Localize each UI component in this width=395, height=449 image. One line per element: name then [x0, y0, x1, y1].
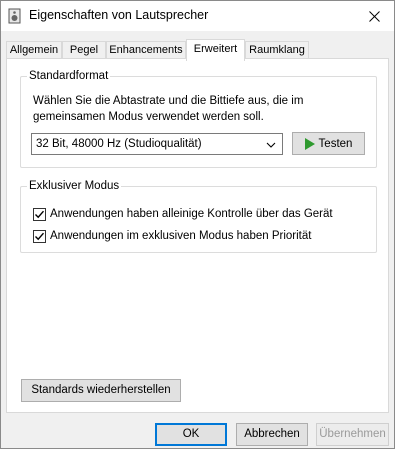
properties-dialog: Eigenschaften von Lautsprecher Allgemein… [0, 0, 395, 449]
window-title: Eigenschaften von Lautsprecher [29, 8, 209, 22]
exclusive-mode-title: Exklusiver Modus [27, 179, 122, 193]
standardformat-title: Standardformat [27, 69, 111, 83]
speaker-icon [8, 8, 22, 24]
tab-panel: Standardformat Wählen Sie die Abtastrate… [6, 58, 389, 413]
exclusive-control-label: Anwendungen haben alleinige Kontrolle üb… [50, 208, 333, 220]
restore-defaults-button[interactable]: Standards wiederherstellen [21, 379, 181, 402]
title-bar: Eigenschaften von Lautsprecher [1, 1, 394, 31]
close-icon [368, 10, 380, 22]
standardformat-group: Standardformat Wählen Sie die Abtastrate… [20, 69, 377, 168]
checkmark-icon [35, 232, 45, 240]
close-button[interactable] [354, 1, 394, 31]
checkmark-icon [35, 210, 45, 218]
apply-button[interactable]: Übernehmen [316, 423, 389, 446]
play-icon [304, 137, 315, 150]
exclusive-priority-label: Anwendungen im exklusiven Modus haben Pr… [50, 230, 312, 242]
standardformat-description: Wählen Sie die Abtastrate und die Bittie… [33, 95, 304, 123]
exclusive-priority-option[interactable]: Anwendungen im exklusiven Modus haben Pr… [33, 228, 311, 244]
format-select-value: 32 Bit, 48000 Hz (Studioqualität) [36, 138, 202, 150]
test-button[interactable]: Testen [292, 132, 365, 155]
exclusive-control-checkbox[interactable] [33, 207, 46, 221]
exclusive-control-option[interactable]: Anwendungen haben alleinige Kontrolle üb… [33, 206, 333, 222]
tab-erweitert[interactable]: Erweitert [186, 39, 245, 61]
cancel-button[interactable]: Abbrechen [236, 423, 308, 446]
exclusive-priority-checkbox[interactable] [33, 229, 46, 243]
test-button-label: Testen [318, 137, 353, 150]
format-select[interactable]: 32 Bit, 48000 Hz (Studioqualität) [31, 133, 283, 155]
ok-button[interactable]: OK [155, 423, 227, 446]
chevron-down-icon [266, 138, 276, 150]
exclusive-mode-group: Exklusiver Modus Anwendungen haben allei… [20, 179, 377, 253]
